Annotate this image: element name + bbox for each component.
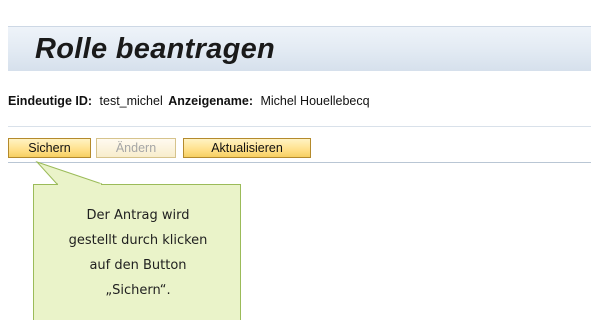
callout-pointer	[35, 160, 103, 186]
page: Rolle beantragen Eindeutige ID: test_mic…	[0, 0, 591, 320]
